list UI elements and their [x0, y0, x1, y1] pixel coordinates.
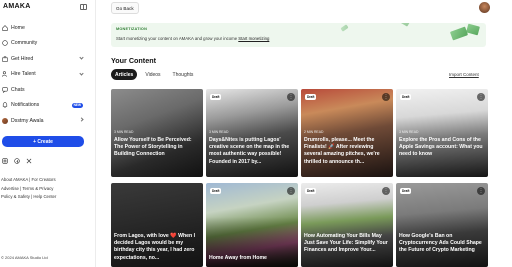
chevron-down-icon [79, 55, 84, 60]
tab-articles[interactable]: Articles [111, 69, 138, 80]
tab-videos[interactable]: Videos [141, 69, 164, 80]
card-title: Drumrolls, please... Meet the Finalists!… [304, 137, 380, 165]
draft-badge: Draft [305, 94, 317, 100]
sidebar-item-label: Chats [11, 86, 25, 93]
read-time: 2 MIN READ [304, 130, 324, 134]
start-monetizing-link[interactable]: Start monetizing [238, 36, 269, 41]
read-time: 3 MIN READ [114, 130, 134, 134]
copyright: © 2024 AMAKA Studio Ltd [1, 255, 48, 260]
home-icon [2, 24, 8, 31]
sidebar-item-label: Notifications [11, 102, 40, 109]
app-logo[interactable]: AMAKA [3, 3, 31, 10]
money-bill-icon [466, 23, 480, 36]
article-card[interactable]: Draft ⋮ 2 MIN READ Drumrolls, please... … [301, 89, 393, 177]
sidebar-nav: Home Community Get Hired Hire Talent Cha… [0, 20, 96, 129]
facebook-icon[interactable] [14, 158, 20, 164]
draft-badge: Draft [400, 188, 412, 194]
user-plus-icon [2, 71, 8, 78]
chevron-right-icon [79, 117, 84, 122]
sidebar-item-profile[interactable]: Dsstmy Awala [0, 113, 96, 129]
sidebar-item-community[interactable]: Community [0, 36, 96, 52]
sidebar-item-notifications[interactable]: Notifications NEW [0, 98, 96, 114]
content-tabs: Articles Videos Thoughts [111, 69, 197, 80]
more-options-icon[interactable]: ⋮ [287, 93, 295, 101]
sidebar-item-label: Dsstmy Awala [11, 117, 44, 124]
article-card[interactable]: 3 MIN READ Allow Yourself to Be Perceive… [111, 89, 203, 177]
footer-link-terms[interactable]: Terms & Privacy [22, 186, 53, 191]
card-title: How Google's Ban on Cryptocurrency Ads C… [399, 233, 482, 254]
avatar [2, 117, 8, 124]
sidebar-item-get-hired[interactable]: Get Hired [0, 51, 96, 67]
go-back-button[interactable]: Go Back [111, 2, 139, 14]
community-icon [2, 40, 8, 46]
chevron-down-icon [79, 70, 84, 76]
sidebar: AMAKA Home Community Get Hired Hire Tale… [0, 0, 96, 267]
social-links [2, 158, 32, 164]
card-title: Allow Yourself to Be Perceived: The Powe… [114, 137, 192, 158]
draft-badge: Draft [210, 94, 222, 100]
read-time: 3 MIN READ [209, 130, 229, 134]
card-title: From Lagos, with love ❤️ When I decided … [114, 233, 196, 261]
new-badge: NEW [71, 102, 83, 109]
bell-icon [2, 102, 8, 109]
page-title: Your Content [111, 56, 156, 65]
import-content-link[interactable]: Import Content [449, 72, 479, 77]
article-card[interactable]: From Lagos, with love ❤️ When I decided … [111, 183, 203, 267]
money-bill-icon [400, 23, 410, 27]
article-card[interactable]: Draft ⋮ How Automating Your Bills May Ju… [301, 183, 393, 267]
briefcase-icon [2, 56, 8, 62]
chat-icon [2, 87, 8, 93]
banner-label: MONETIZATION [116, 27, 148, 31]
more-options-icon[interactable]: ⋮ [287, 187, 295, 195]
card-title: Explore the Pros and Cons of the Apple S… [399, 137, 483, 158]
more-options-icon[interactable]: ⋮ [477, 187, 485, 195]
article-card[interactable]: Draft ⋮ 3 MIN READ Days&Nites is putting… [206, 89, 298, 177]
x-twitter-icon[interactable] [26, 158, 32, 164]
sidebar-item-label: Get Hired [11, 55, 34, 62]
draft-badge: Draft [305, 188, 317, 194]
draft-badge: Draft [210, 188, 222, 194]
more-options-icon[interactable]: ⋮ [382, 93, 390, 101]
footer-links: About AMAKA | For Creators Advertise | T… [1, 177, 57, 200]
article-card[interactable]: Draft ⋮ How Google's Ban on Cryptocurren… [396, 183, 488, 267]
monetization-banner: MONETIZATION Start monetizing your conte… [111, 23, 486, 47]
banner-description: Start monetizing your content on AMAKA a… [116, 36, 238, 41]
sidebar-item-hire-talent[interactable]: Hire Talent [0, 67, 96, 83]
avatar[interactable] [479, 2, 490, 13]
draft-badge: Draft [400, 94, 412, 100]
tab-thoughts[interactable]: Thoughts [169, 69, 198, 80]
banner-text: Start monetizing your content on AMAKA a… [116, 36, 269, 41]
footer-link-about[interactable]: About AMAKA [1, 177, 28, 182]
card-title: Days&Nites is putting Lagos' creative sc… [209, 137, 290, 165]
sidebar-item-label: Home [11, 24, 25, 31]
sidebar-item-chats[interactable]: Chats [0, 82, 96, 98]
card-title: How Automating Your Bills May Just Save … [304, 233, 388, 254]
footer-link-policy[interactable]: Policy & Safety [1, 194, 30, 199]
instagram-icon[interactable] [2, 158, 8, 164]
sidebar-item-label: Hire Talent [11, 71, 36, 78]
collapse-sidebar-icon[interactable] [80, 4, 87, 10]
sidebar-item-label: Community [11, 40, 38, 47]
footer-link-advertise[interactable]: Advertise [1, 186, 19, 191]
more-options-icon[interactable]: ⋮ [382, 187, 390, 195]
money-bill-icon [340, 24, 349, 32]
footer-link-creators[interactable]: For Creators [32, 177, 56, 182]
card-title: Home Away from Home [209, 255, 267, 261]
sidebar-item-home[interactable]: Home [0, 20, 96, 36]
create-button[interactable]: + Create [2, 136, 84, 147]
more-options-icon[interactable]: ⋮ [477, 93, 485, 101]
article-card[interactable]: Draft ⋮ 3 MIN READ Explore the Pros and … [396, 89, 488, 177]
money-bill-icon [449, 26, 469, 41]
article-card[interactable]: Draft ⋮ Home Away from Home [206, 183, 298, 267]
footer-link-help[interactable]: Help Center [33, 194, 56, 199]
read-time: 3 MIN READ [399, 130, 419, 134]
